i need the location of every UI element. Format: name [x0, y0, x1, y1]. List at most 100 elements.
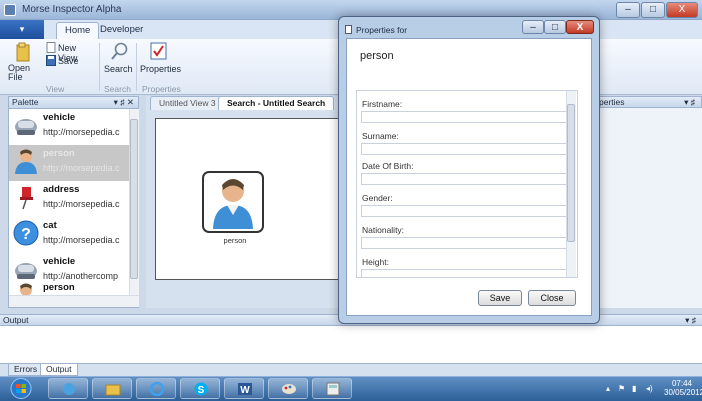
clock[interactable]: 07:44 30/05/2012 [664, 379, 702, 397]
dialog-maximize-button[interactable]: □ [544, 20, 566, 34]
pushpin-icon [20, 187, 33, 210]
new-document-icon [46, 42, 56, 53]
nationality-field[interactable] [361, 237, 567, 249]
svg-text:S: S [198, 385, 205, 396]
palette-item[interactable]: vehicle http://morsepedia.c [9, 109, 129, 145]
search-ribbon-button[interactable]: Search [104, 42, 134, 82]
checklist-icon [150, 42, 167, 60]
palette-item[interactable]: ? cat http://morsepedia.c [9, 217, 129, 253]
volume-icon[interactable]: ◂) [646, 384, 653, 393]
start-button[interactable] [8, 378, 34, 399]
palette-item-url: http://morsepedia.c [43, 127, 120, 137]
palette-item-name: address [43, 184, 80, 195]
gender-label: Gender: [362, 193, 393, 203]
search-group-label: Search [104, 84, 131, 94]
node-label: person [223, 236, 247, 245]
palette-item[interactable]: person http://morsepedia.c [9, 145, 129, 181]
tab-errors[interactable]: Errors [8, 364, 44, 376]
firstname-field[interactable] [361, 111, 567, 123]
app-icon [4, 4, 16, 16]
flag-icon[interactable]: ⚑ [618, 384, 625, 393]
svg-text:?: ? [21, 226, 31, 243]
dialog-close-button[interactable]: X [566, 20, 594, 34]
internet-explorer-icon [149, 382, 165, 396]
gender-field[interactable] [361, 205, 567, 217]
tab-search-untitled-search[interactable]: Search - Untitled Search [218, 96, 335, 110]
folder-icon [105, 384, 121, 396]
palette-item-name: vehicle [43, 112, 76, 123]
taskbar-paint[interactable] [268, 378, 308, 399]
taskbar-explorer[interactable] [92, 378, 132, 399]
palette-scroll-thumb[interactable] [130, 119, 138, 279]
close-window-button[interactable]: X [666, 2, 698, 18]
surname-label: Surname: [362, 131, 399, 141]
magnifier-icon [111, 42, 128, 60]
network-icon[interactable]: ▮ [632, 384, 636, 393]
dialog-title: Properties for [356, 25, 408, 35]
taskbar-calculator[interactable] [312, 378, 352, 399]
palette-item[interactable]: person [9, 279, 129, 295]
paint-icon [282, 384, 296, 394]
height-label: Height: [362, 257, 389, 267]
taskbar-word[interactable]: W [224, 378, 264, 399]
taskbar-app-morse[interactable] [48, 378, 88, 399]
taskbar-skype[interactable]: S [180, 378, 220, 399]
properties-form: Firstname: Surname: Date Of Birth: Gende… [356, 90, 578, 278]
taskbar-ie[interactable] [136, 378, 176, 399]
palette-item-url: http://morsepedia.c [43, 199, 120, 209]
floppy-disk-icon [46, 55, 56, 66]
save-button[interactable]: Save [478, 290, 522, 306]
person-icon [213, 179, 253, 229]
open-file-button[interactable]: Open File [6, 42, 40, 82]
nationality-label: Nationality: [362, 225, 405, 235]
person-icon [15, 149, 37, 174]
dialog-minimize-button[interactable]: – [522, 20, 544, 34]
tray-arrow-icon[interactable]: ▴ [606, 384, 610, 393]
calculator-icon [326, 382, 340, 396]
palette-title: Palette [12, 97, 39, 107]
search-ribbon-label: Search [104, 64, 133, 74]
application-menu-button[interactable]: ▾ [0, 20, 44, 39]
dialog-document-icon [345, 25, 352, 34]
palette-pane-controls[interactable]: ▾ ♯ ✕ [114, 97, 134, 108]
date-of-birth-field[interactable] [361, 173, 567, 185]
surname-field[interactable] [361, 143, 567, 155]
properties-side-pane [596, 108, 702, 308]
properties-ribbon-button[interactable]: Properties [138, 42, 182, 82]
height-field[interactable] [361, 269, 567, 277]
bottom-tab-bar [0, 363, 702, 376]
clock-date: 30/05/2012 [664, 388, 702, 397]
palette-header: Palette ▾ ♯ ✕ [9, 97, 138, 109]
properties-pane-controls[interactable]: ▾ ♯ [684, 97, 695, 108]
firstname-label: Firstname: [362, 99, 403, 109]
palette-horizontal-scrollbar[interactable] [9, 295, 139, 307]
dialog-heading: person [360, 50, 394, 62]
tab-developer[interactable]: Developer [92, 22, 151, 39]
open-file-label: Open File [8, 63, 31, 82]
skype-icon: S [194, 382, 208, 396]
palette-item-name: person [43, 148, 75, 159]
new-view-button[interactable]: New View [46, 42, 96, 63]
output-title: Output [3, 315, 29, 325]
dialog-scroll-thumb[interactable] [567, 104, 575, 242]
view-group-label: View [46, 84, 65, 94]
palette-item-url: http://morsepedia.c [43, 163, 120, 173]
person-node[interactable] [202, 171, 264, 233]
properties-pane-header: perties ▾ ♯ [596, 96, 702, 108]
palette-item-name: person [43, 282, 75, 293]
palette-item-name: cat [43, 220, 57, 231]
output-body [0, 326, 702, 363]
folder-icon [16, 42, 30, 62]
close-button[interactable]: Close [528, 290, 576, 306]
minimize-button[interactable]: – [616, 2, 640, 18]
maximize-button[interactable]: □ [641, 2, 665, 18]
output-pane-controls[interactable]: ▾ ♯ [685, 315, 696, 326]
save-ribbon-label: Save [58, 56, 79, 66]
svg-text:W: W [240, 385, 250, 396]
tab-output[interactable]: Output [40, 364, 78, 376]
palette-item[interactable]: address http://morsepedia.c [9, 181, 129, 217]
properties-ribbon-label: Properties [140, 64, 182, 74]
save-ribbon-button[interactable]: Save [46, 55, 86, 67]
window-title: Morse Inspector Alpha [22, 4, 122, 15]
tab-untitled-view-3[interactable]: Untitled View 3 [150, 96, 225, 110]
